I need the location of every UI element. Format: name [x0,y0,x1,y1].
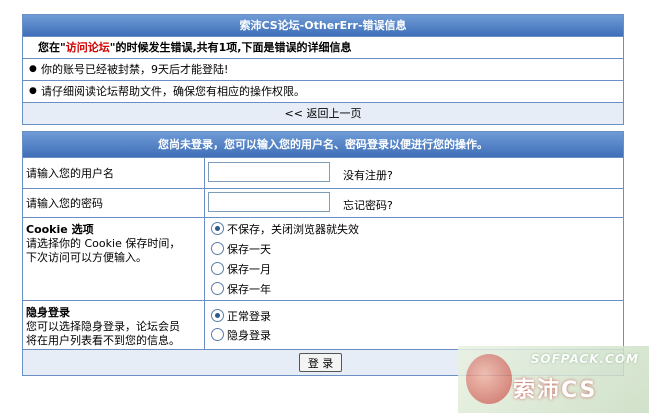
password-row: 请输入您的密码 忘记密码? [23,188,623,217]
cookie-options-cell: 不保存，关闭浏览器就失效 保存一天 保存一月 保存一年 [205,218,623,300]
hidden-login-options-cell: 正常登录 隐身登录 [205,301,623,349]
password-input[interactable] [208,192,330,212]
login-mode-label: 隐身登录 [227,329,271,342]
radio-checked-icon[interactable] [211,309,224,322]
bullet-icon: ● [29,64,37,74]
cookie-desc-line: 请选择你的 Cookie 保存时间， [26,237,181,250]
error-item-text: 请仔细阅读论坛帮助文件，确保您有相应的操作权限。 [41,85,305,98]
error-panel-title: 索沛CS论坛-OtherErr-错误信息 [23,15,623,36]
site-watermark: SOFPACK.COM 索沛CS [458,346,649,413]
cookie-option-label: 保存一年 [227,283,271,296]
radio-checked-icon[interactable] [211,222,224,235]
cookie-option-month[interactable]: 保存一月 [211,261,271,279]
error-summary-pre: 您在" [38,41,66,54]
back-row: << 返回上一页 [23,102,623,124]
hidden-login-description: 隐身登录 您可以选择隐身登录，论坛会员 将在用户列表看不到您的信息。 [26,306,180,348]
back-link[interactable]: << 返回上一页 [285,107,362,120]
login-mode-hidden[interactable]: 隐身登录 [211,327,271,345]
hidden-login-title: 隐身登录 [26,306,70,319]
cookie-option-label: 保存一天 [227,243,271,256]
cookie-option-label: 保存一月 [227,263,271,276]
error-item: ● 你的账号已经被封禁，9天后才能登陆! [23,58,623,80]
password-input-cell: 忘记密码? [205,189,623,217]
hidden-login-label-cell: 隐身登录 您可以选择隐身登录，论坛会员 将在用户列表看不到您的信息。 [23,301,205,349]
error-item-text: 你的账号已经被封禁，9天后才能登陆! [41,63,229,76]
watermark-domain: SOFPACK.COM [530,352,639,366]
error-panel: 索沛CS论坛-OtherErr-错误信息 您在"访问论坛"的时候发生错误,共有1… [22,14,624,125]
cookie-option-session[interactable]: 不保存，关闭浏览器就失效 [211,221,359,239]
cookie-description: Cookie 选项 请选择你的 Cookie 保存时间， 下次访问可以方便输入。 [26,223,180,265]
radio-icon[interactable] [211,242,224,255]
error-item: ● 请仔细阅读论坛帮助文件，确保您有相应的操作权限。 [23,80,623,102]
cookie-option-label: 不保存，关闭浏览器就失效 [227,223,359,236]
register-link[interactable]: 没有注册? [343,167,393,183]
radio-icon[interactable] [211,262,224,275]
hidden-login-row: 隐身登录 您可以选择隐身登录，论坛会员 将在用户列表看不到您的信息。 正常登录 … [23,300,623,349]
cookie-title: Cookie 选项 [26,223,94,236]
forgot-password-link[interactable]: 忘记密码? [343,197,393,213]
username-label-cell: 请输入您的用户名 [23,158,205,188]
radio-icon[interactable] [211,328,224,341]
cookie-desc-line: 下次访问可以方便输入。 [26,251,147,264]
cookie-row: Cookie 选项 请选择你的 Cookie 保存时间， 下次访问可以方便输入。… [23,217,623,300]
login-button[interactable]: 登 录 [299,353,342,372]
username-input-cell: 没有注册? [205,158,623,188]
hidden-login-desc-line: 将在用户列表看不到您的信息。 [26,334,180,347]
password-label: 请输入您的密码 [26,197,103,210]
username-row: 请输入您的用户名 没有注册? [23,157,623,188]
login-panel-title: 您尚未登录，您可以输入您的用户名、密码登录以便进行您的操作。 [23,132,623,157]
cookie-option-day[interactable]: 保存一天 [211,241,271,259]
watermark-brand: 索沛CS [513,378,598,403]
watermark-logo-icon [466,354,512,404]
radio-icon[interactable] [211,282,224,295]
error-summary-post: "的时候发生错误,共有1项,下面是错误的详细信息 [109,41,352,54]
error-summary-action: 访问论坛 [65,41,110,54]
cookie-label-cell: Cookie 选项 请选择你的 Cookie 保存时间， 下次访问可以方便输入。 [23,218,205,300]
bullet-icon: ● [29,86,37,96]
username-label: 请输入您的用户名 [26,167,114,180]
error-summary: 您在"访问论坛"的时候发生错误,共有1项,下面是错误的详细信息 [23,36,623,58]
username-input[interactable] [208,162,330,182]
login-mode-normal[interactable]: 正常登录 [211,308,271,326]
hidden-login-desc-line: 您可以选择隐身登录，论坛会员 [26,320,180,333]
cookie-option-year[interactable]: 保存一年 [211,281,271,299]
login-panel: 您尚未登录，您可以输入您的用户名、密码登录以便进行您的操作。 请输入您的用户名 … [22,131,624,376]
login-mode-label: 正常登录 [227,310,271,323]
password-label-cell: 请输入您的密码 [23,189,205,217]
